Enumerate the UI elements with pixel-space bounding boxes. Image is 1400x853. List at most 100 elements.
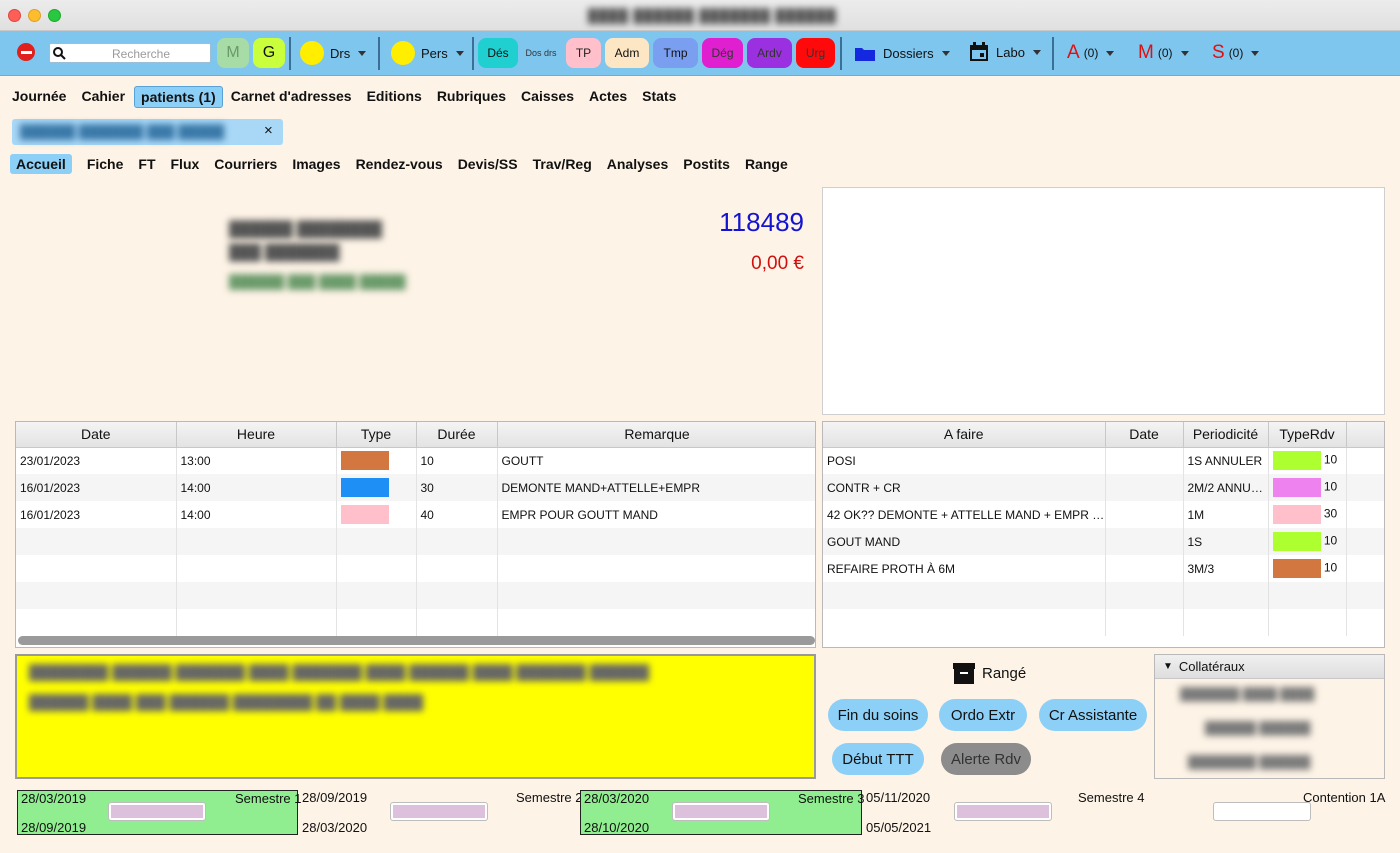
cell-duree: 40 (416, 501, 498, 528)
urg-button[interactable]: Urg (796, 38, 835, 68)
table-row[interactable]: 42 OK?? DEMONTE + ATTELLE MAND + EMPR … … (823, 501, 1384, 528)
notes-area[interactable]: ████████ ██████ ███████ ████ ███████ ███… (15, 654, 816, 779)
zoom-window-button[interactable] (48, 9, 61, 22)
table-row[interactable]: 23/01/2023 13:00 10 GOUTT (16, 447, 815, 474)
labo-dropdown[interactable]: Labo (969, 41, 1041, 63)
menu-patients[interactable]: patients (1) (134, 86, 223, 108)
col-remarque[interactable]: Remarque (497, 422, 815, 448)
tab-range[interactable]: Range (745, 154, 788, 174)
stop-icon[interactable] (17, 43, 35, 61)
semestre-2-progress[interactable] (390, 802, 488, 821)
col-periodicite[interactable]: Periodicité (1183, 422, 1269, 448)
cell-typerdv: 30 (1268, 501, 1347, 528)
m-dropdown[interactable]: M (0) (1138, 41, 1189, 65)
tab-devis[interactable]: Devis/SS (458, 154, 518, 174)
patient-tab[interactable]: ██████ ███████ ███ █████ × (12, 119, 283, 145)
semestre-3-progress[interactable] (672, 802, 770, 821)
dossiers-dropdown[interactable]: Dossiers (854, 43, 950, 63)
debut-ttt-button[interactable]: Début TTT (832, 743, 924, 775)
yellow-dot-icon (300, 41, 324, 65)
col-duree[interactable]: Durée (416, 422, 498, 448)
menu-stats[interactable]: Stats (642, 86, 676, 108)
m-button[interactable]: M (217, 38, 249, 68)
calendar-icon (970, 42, 988, 61)
cell-remarque: EMPR POUR GOUTT MAND (497, 501, 815, 528)
cell-typerdv: 10 (1268, 555, 1347, 582)
a-dropdown[interactable]: A (0) (1067, 41, 1115, 65)
tab-trav-reg[interactable]: Trav/Reg (533, 154, 592, 174)
cell-date (1105, 447, 1184, 474)
table-row[interactable]: REFAIRE PROTH À 6M 3M/3 10 (823, 555, 1384, 582)
col-afaire[interactable]: A faire (823, 422, 1106, 448)
collateral-item[interactable]: ██████ ██████ (1205, 721, 1310, 735)
minimize-window-button[interactable] (28, 9, 41, 22)
ardv-button[interactable]: Ardv (747, 38, 792, 68)
range-status[interactable]: Rangé (952, 661, 1026, 685)
col-heure[interactable]: Heure (176, 422, 337, 448)
tab-analyses[interactable]: Analyses (607, 154, 668, 174)
menu-rubriques[interactable]: Rubriques (437, 86, 506, 108)
semestre-2-start: 28/09/2019 (302, 790, 368, 805)
tab-images[interactable]: Images (292, 154, 340, 174)
tab-postits[interactable]: Postits (683, 154, 730, 174)
menu-journee[interactable]: Journée (12, 86, 66, 108)
patient-phone: ██████ ███ ████ █████ (229, 274, 406, 289)
ordo-extr-button[interactable]: Ordo Extr (939, 699, 1027, 731)
collateraux-header[interactable]: ▼ Collatéraux (1155, 655, 1384, 679)
tab-fiche[interactable]: Fiche (87, 154, 124, 174)
menu-editions[interactable]: Editions (367, 86, 422, 108)
patient-id: 118489 (719, 207, 804, 237)
window-titlebar: ████ ██████ ███████ ██████ (0, 0, 1400, 31)
adm-button[interactable]: Adm (605, 38, 649, 68)
tp-button[interactable]: TP (566, 38, 601, 68)
cell-afaire: CONTR + CR (823, 474, 1106, 501)
patient-address: ███ ███████ (229, 244, 340, 261)
semestre-1-progress[interactable] (108, 802, 206, 821)
table-row[interactable]: GOUT MAND 1S 10 (823, 528, 1384, 555)
des-button[interactable]: Dés (478, 38, 518, 68)
patient-photo-panel (822, 187, 1385, 415)
cell-duree: 10 (416, 447, 498, 474)
collateraux-panel: ▼ Collatéraux ███████ ████ ████ ██████ █… (1154, 654, 1385, 779)
cell-remarque: DEMONTE MAND+ATTELLE+EMPR (497, 474, 815, 501)
tab-rendez-vous[interactable]: Rendez-vous (356, 154, 443, 174)
tmp-button[interactable]: Tmp (653, 38, 698, 68)
table-row[interactable]: 16/01/2023 14:00 40 EMPR POUR GOUTT MAND (16, 501, 815, 528)
alerte-rdv-button[interactable]: Alerte Rdv (941, 743, 1031, 775)
cr-assistante-button[interactable]: Cr Assistante (1039, 699, 1147, 731)
deg-button[interactable]: Dég (702, 38, 743, 68)
menu-actes[interactable]: Actes (589, 86, 627, 108)
table-row (823, 609, 1384, 636)
col-date[interactable]: Date (16, 422, 177, 448)
type-swatch (1272, 478, 1321, 497)
table-row[interactable]: POSI 1S ANNULER 10 (823, 447, 1384, 474)
col-date[interactable]: Date (1105, 422, 1184, 448)
fin-du-soins-button[interactable]: Fin du soins (828, 699, 928, 731)
table-row (16, 582, 815, 609)
menu-carnet[interactable]: Carnet d'adresses (231, 86, 352, 108)
col-type[interactable]: Type (336, 422, 417, 448)
col-typerdv[interactable]: TypeRdv (1268, 422, 1347, 448)
g-button[interactable]: G (253, 38, 285, 68)
table-row[interactable]: 16/01/2023 14:00 30 DEMONTE MAND+ATTELLE… (16, 474, 815, 501)
s-dropdown[interactable]: S (0) (1212, 41, 1260, 65)
table-row[interactable]: CONTR + CR 2M/2 ANNU… 10 (823, 474, 1384, 501)
menu-caisses[interactable]: Caisses (521, 86, 574, 108)
tab-courriers[interactable]: Courriers (214, 154, 277, 174)
close-window-button[interactable] (8, 9, 21, 22)
collateral-item[interactable]: ████████ ██████ (1188, 755, 1310, 769)
contention-progress[interactable] (1213, 802, 1311, 821)
range-label: Rangé (982, 664, 1027, 682)
semestre-4-progress[interactable] (954, 802, 1052, 821)
tab-accueil[interactable]: Accueil (10, 154, 72, 174)
horizontal-scrollbar[interactable] (18, 636, 815, 645)
menu-cahier[interactable]: Cahier (81, 86, 125, 108)
pers-dropdown[interactable]: Pers (391, 39, 464, 67)
close-tab-icon[interactable]: × (264, 122, 273, 139)
dosdrs-button[interactable]: Dos drs (523, 38, 559, 68)
drs-dropdown[interactable]: Drs (300, 39, 367, 67)
collateral-item[interactable]: ███████ ████ ████ (1180, 687, 1314, 701)
search-input[interactable]: Recherche (49, 43, 211, 63)
tab-ft[interactable]: FT (138, 154, 155, 174)
tab-flux[interactable]: Flux (171, 154, 200, 174)
